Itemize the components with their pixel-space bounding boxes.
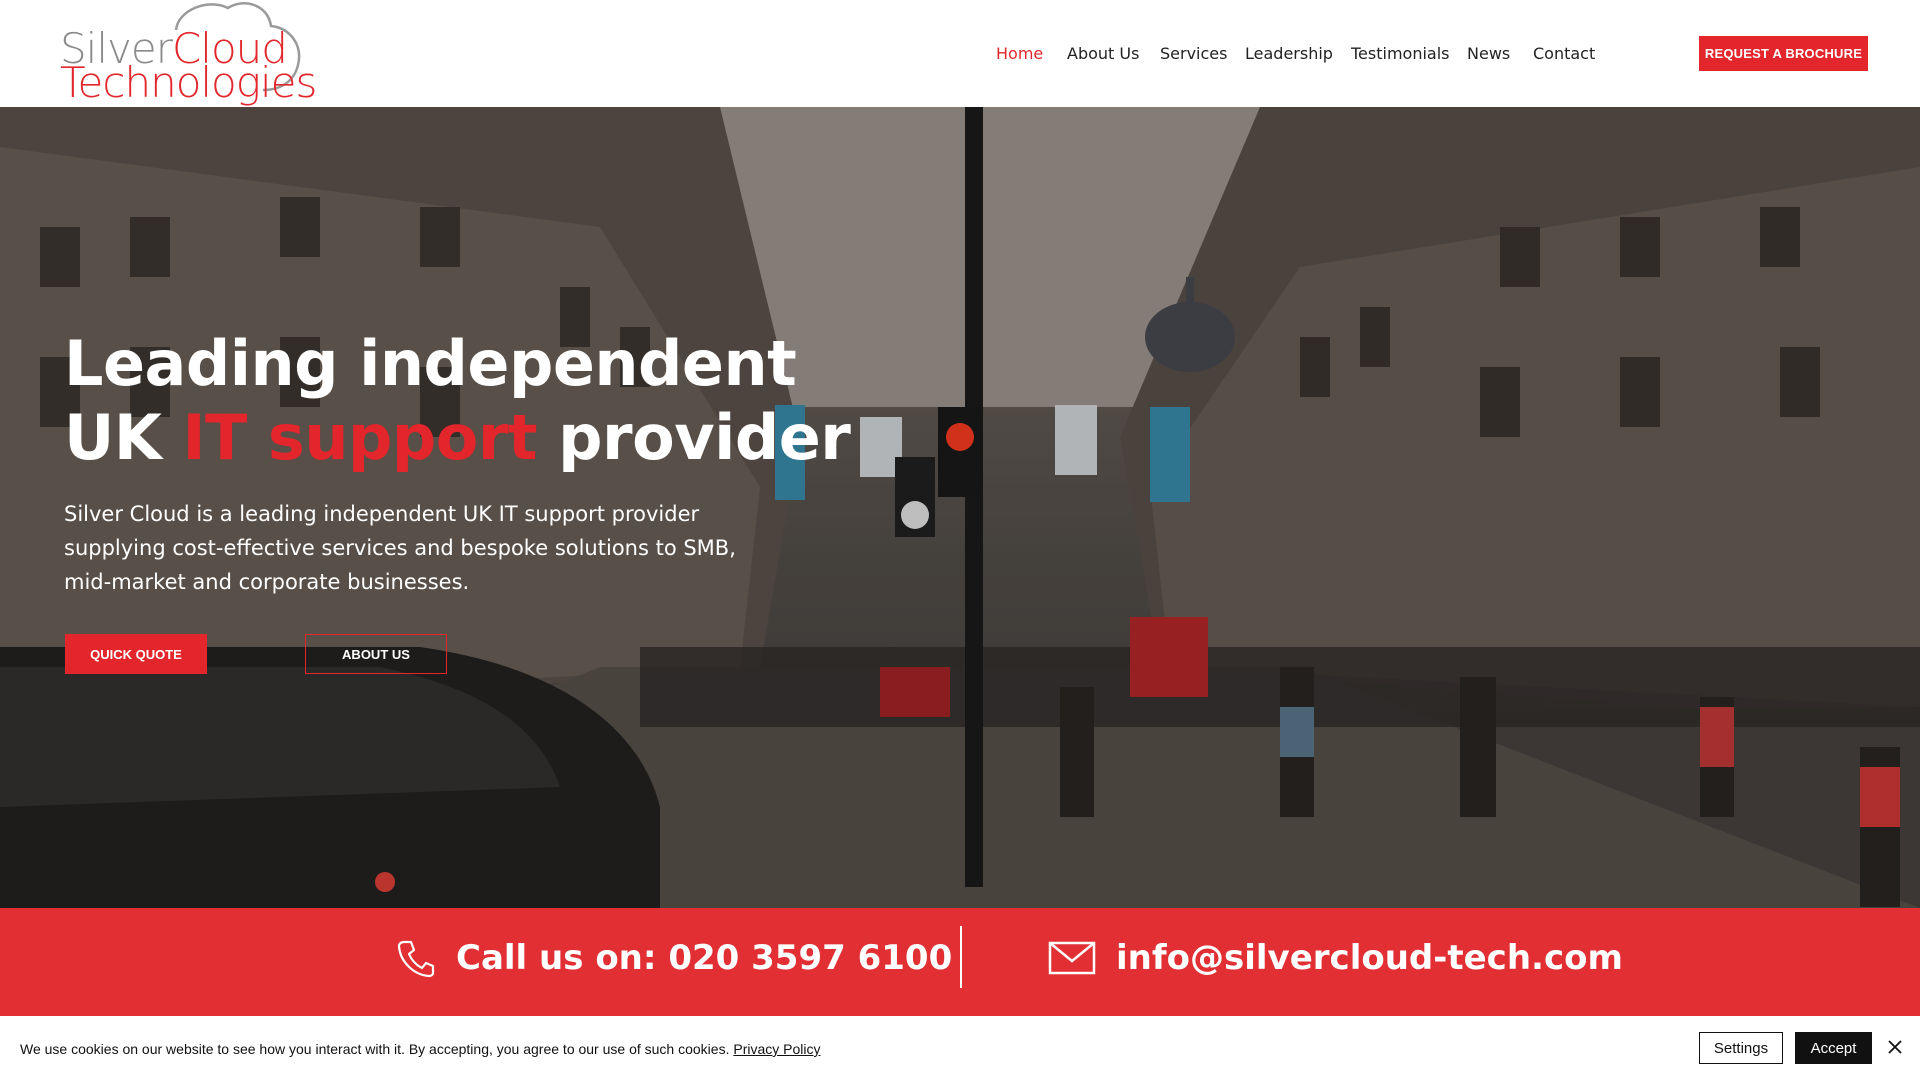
request-brochure-button[interactable]: REQUEST A BROCHURE	[1699, 36, 1868, 71]
nav-about-us[interactable]: About Us	[1067, 44, 1139, 63]
quick-quote-button[interactable]: QUICK QUOTE	[65, 634, 207, 674]
cookie-settings-button[interactable]: Settings	[1699, 1032, 1783, 1064]
about-us-button[interactable]: ABOUT US	[305, 634, 447, 674]
hero-title: Leading independent UK IT support provid…	[64, 327, 851, 475]
nav-testimonials[interactable]: Testimonials	[1351, 44, 1450, 63]
cookie-text: We use cookies on our website to see how…	[20, 1041, 730, 1057]
hero-title-uk: UK	[64, 401, 162, 474]
close-icon[interactable]	[1886, 1038, 1904, 1056]
phone-contact[interactable]: Call us on: 020 3597 6100	[396, 938, 952, 978]
contact-bar: Call us on: 020 3597 6100 info@silverclo…	[0, 908, 1920, 1016]
nav-services[interactable]: Services	[1160, 44, 1227, 63]
hero-description: Silver Cloud is a leading independent UK…	[64, 502, 736, 594]
nav-contact[interactable]: Contact	[1533, 44, 1595, 63]
contact-divider	[960, 926, 962, 988]
nav-news[interactable]: News	[1467, 44, 1510, 63]
logo-technologies: Technologies	[60, 58, 317, 107]
privacy-policy-link[interactable]: Privacy Policy	[733, 1041, 820, 1057]
hero-section: Leading independent UK IT support provid…	[0, 107, 1920, 908]
cookie-accept-button[interactable]: Accept	[1795, 1032, 1872, 1064]
cookie-message: We use cookies on our website to see how…	[20, 1041, 821, 1057]
email-address[interactable]: info@silvercloud-tech.com	[1116, 938, 1623, 978]
hero-title-provider: provider	[558, 401, 851, 474]
email-contact[interactable]: info@silvercloud-tech.com	[1048, 938, 1623, 978]
hero-title-line1: Leading independent	[64, 327, 797, 400]
phone-icon	[397, 940, 435, 978]
site-logo[interactable]: SilverCloud Technologies	[58, 0, 318, 107]
envelope-icon	[1048, 941, 1096, 975]
cookie-banner: We use cookies on our website to see how…	[0, 1016, 1920, 1080]
phone-number[interactable]: Call us on: 020 3597 6100	[456, 938, 952, 978]
nav-home[interactable]: Home	[996, 44, 1043, 63]
nav-leadership[interactable]: Leadership	[1245, 44, 1333, 63]
site-header: SilverCloud Technologies Home About Us S…	[0, 0, 1920, 107]
hero-title-highlight: IT support	[182, 401, 538, 474]
